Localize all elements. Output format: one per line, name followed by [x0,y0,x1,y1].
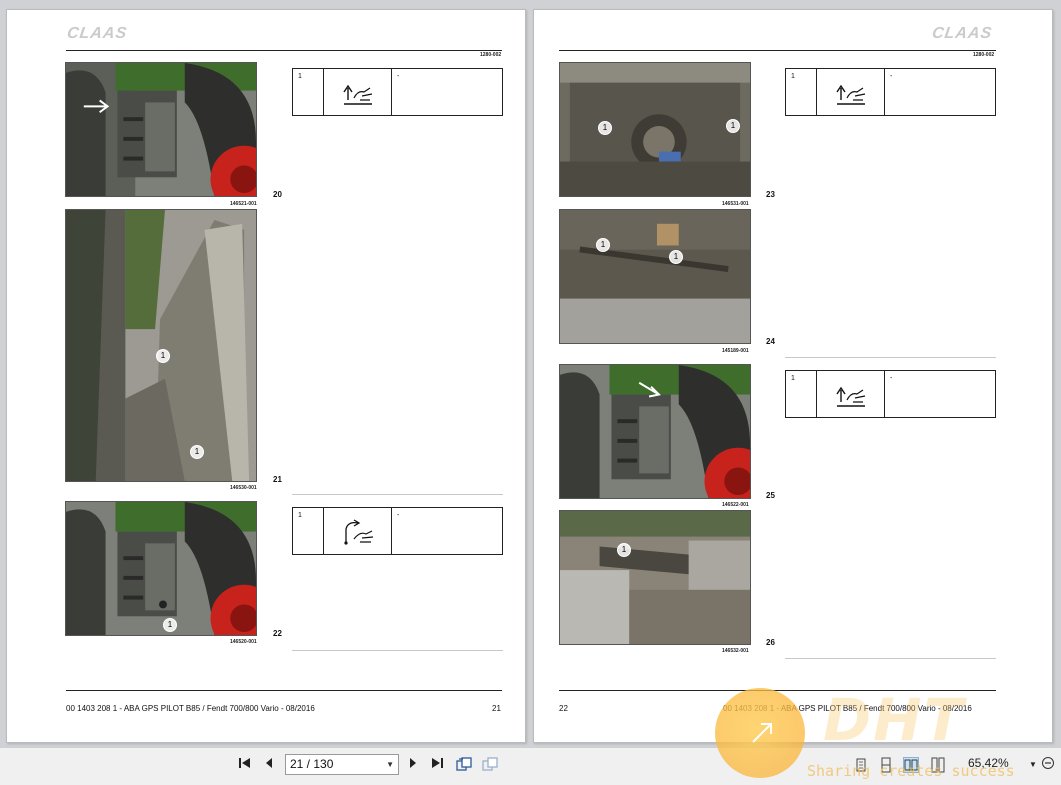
zoom-dropdown-icon[interactable]: ▼ [1028,756,1038,774]
doc-number: 1280-002 [480,52,502,58]
photo-code: 146520-001 [230,639,257,645]
photo-figure-20 [65,62,257,197]
photo-figure-22: 1 [65,501,257,636]
photo-code: 146532-001 [722,648,749,654]
figure-number: 25 [766,491,775,500]
callout-badge: 1 [726,119,740,133]
swing-hand-icon [344,519,374,545]
step-number: 1 [298,512,302,519]
figure-number: 24 [766,337,775,346]
step-table-row: 1 - [292,68,503,116]
separator [292,494,503,495]
last-page-icon[interactable] [428,756,446,774]
photo-code: 146521-001 [230,201,257,207]
callout-badge: 1 [163,618,177,632]
lift-hand-icon [836,386,866,407]
lift-hand-icon [343,84,373,105]
header-rule [66,50,502,51]
photo-figure-26: 1 [559,510,751,645]
page-number-input[interactable]: 21 / 130 ▼ [285,754,399,775]
figure-number: 23 [766,190,775,199]
single-page-view-icon[interactable] [853,757,869,773]
callout-badge: 1 [596,238,610,252]
footer-rule [66,690,502,691]
photo-code: 145189-001 [722,348,749,354]
step-table-row: 1 - [785,68,996,116]
step-text: - [890,73,893,80]
callout-badge: 1 [156,349,170,363]
photo-code: 146522-001 [722,502,749,508]
claas-logo: CLAAS [930,25,994,42]
step-text: - [890,375,893,382]
step-number: 1 [298,73,302,80]
photo-figure-21: 1 1 [65,209,257,482]
document-page-left: CLAAS 1280-002 146521-001 20 1 1 146530-… [6,9,526,743]
two-page-continuous-view-icon[interactable] [930,757,946,773]
step-number: 1 [791,375,795,382]
step-text: - [397,73,400,80]
photo-code: 146530-001 [230,485,257,491]
callout-badge: 1 [598,121,612,135]
separator [785,658,996,659]
photo-figure-25 [559,364,751,499]
step-number: 1 [791,73,795,80]
separator [785,357,996,358]
photo-code: 146531-001 [722,201,749,207]
go-back-view-icon[interactable] [454,756,474,774]
go-forward-view-icon[interactable] [480,756,500,774]
photo-figure-24: 1 1 [559,209,751,344]
footer-document-title: 00 1403 208 1 - ABA GPS PILOT B85 / Fend… [66,704,315,713]
separator [292,650,503,651]
footer-rule [559,690,996,691]
next-page-icon[interactable] [406,756,420,774]
step-text: - [397,512,400,519]
doc-number: 1280-002 [973,52,995,58]
continuous-view-icon[interactable] [878,757,894,773]
footer-page-number: 21 [492,704,501,713]
viewer-toolbar: 21 / 130 ▼ 65,42% ▼ [0,747,1061,785]
two-page-view-icon[interactable] [903,757,919,773]
page-number-value: 21 / 130 [290,757,334,771]
zoom-level[interactable]: 65,42% [968,756,1009,770]
header-rule [559,50,996,51]
callout-badge: 1 [617,543,631,557]
figure-number: 26 [766,638,775,647]
zoom-out-icon[interactable] [1040,756,1056,774]
step-table-row: 1 - [292,507,503,555]
claas-logo: CLAAS [65,25,129,42]
callout-badge: 1 [669,250,683,264]
figure-number: 22 [273,629,282,638]
lift-hand-icon [836,84,866,105]
step-table-row: 1 - [785,370,996,418]
footer-document-title: 00 1403 208 1 - ABA GPS PILOT B85 / Fend… [723,704,972,713]
photo-figure-23: 1 1 [559,62,751,197]
figure-number: 21 [273,475,282,484]
prev-page-icon[interactable] [262,756,276,774]
figure-number: 20 [273,190,282,199]
first-page-icon[interactable] [236,756,254,774]
chevron-down-icon[interactable]: ▼ [386,755,394,774]
callout-badge: 1 [190,445,204,459]
footer-page-number: 22 [559,704,568,713]
document-page-right: CLAAS 1280-002 1 1 146531-001 23 1 1 145… [533,9,1053,743]
